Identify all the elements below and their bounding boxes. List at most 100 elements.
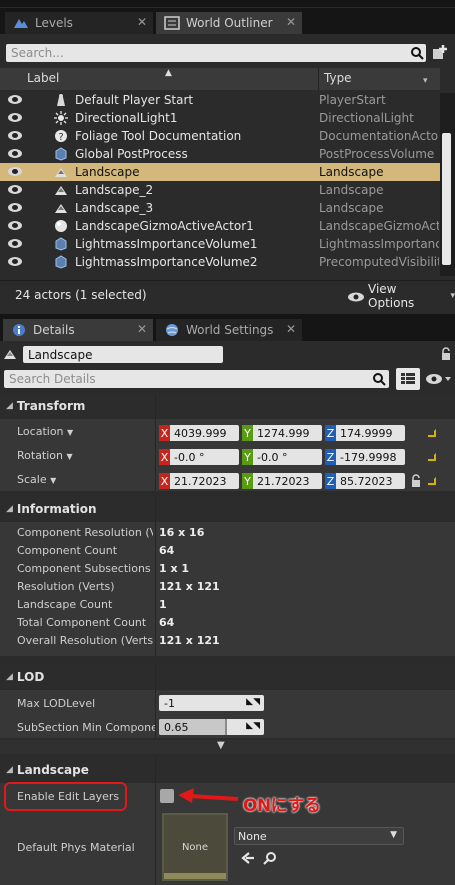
eye-icon[interactable] bbox=[425, 372, 451, 386]
outliner-search-input[interactable]: Search... bbox=[6, 44, 426, 62]
outliner-row[interactable]: Global PostProcess PostProcessVolume bbox=[0, 145, 440, 163]
lock-icon[interactable] bbox=[440, 347, 452, 361]
outliner-row[interactable]: DirectionalLight1 DirectionalLight bbox=[0, 109, 440, 127]
scale-z-field[interactable]: 85.72023 bbox=[336, 473, 405, 489]
view-options-button[interactable]: View Options ▾ bbox=[347, 282, 455, 310]
phys-material-dropdown[interactable]: None ▼ bbox=[234, 827, 404, 845]
section-lod-title: LOD bbox=[16, 670, 45, 684]
outliner-row[interactable]: LightmassImportanceVolume2 PrecomputedVis… bbox=[0, 253, 440, 271]
close-icon[interactable]: ✕ bbox=[286, 322, 296, 336]
subsection-min-slider[interactable]: 0.65 ◣◥ bbox=[159, 719, 264, 735]
rotation-label[interactable]: Rotation ▼ bbox=[17, 449, 73, 462]
browse-asset-icon[interactable] bbox=[263, 851, 277, 865]
info-row-value: 64 bbox=[159, 544, 175, 557]
location-z-field[interactable]: 174.9999 bbox=[336, 425, 405, 441]
visibility-eye-icon[interactable] bbox=[8, 167, 22, 176]
outliner-row[interactable]: Default Player Start PlayerStart bbox=[0, 93, 440, 109]
outliner-icon bbox=[164, 16, 180, 30]
scale-lock-icon[interactable] bbox=[410, 474, 422, 488]
chevron-down-icon: ▾ bbox=[450, 291, 455, 301]
outliner-row[interactable]: LightmassImportanceVolume1 LightmassImpor… bbox=[0, 235, 440, 253]
visibility-eye-icon[interactable] bbox=[8, 257, 22, 266]
section-lod[interactable]: ◢ LOD bbox=[0, 665, 455, 689]
scale-y-field[interactable]: 21.72023 bbox=[253, 473, 322, 489]
landscape-icon bbox=[54, 165, 68, 179]
outliner-row-name: Default Player Start bbox=[75, 93, 194, 107]
reset-scale-icon[interactable] bbox=[428, 477, 436, 485]
visibility-eye-icon[interactable] bbox=[8, 149, 22, 158]
tab-levels[interactable]: Levels ✕ bbox=[5, 12, 153, 34]
dropdown-value: None bbox=[238, 829, 267, 843]
chevron-down-icon: ▼ bbox=[390, 830, 397, 840]
tab-world-outliner[interactable]: World Outliner ✕ bbox=[156, 12, 302, 34]
outliner-row[interactable]: ? Foliage Tool Documentation Documentation… bbox=[0, 127, 440, 145]
scale-label[interactable]: Scale ▼ bbox=[17, 473, 56, 486]
default-phys-material-label: Default Phys Material bbox=[17, 841, 135, 854]
search-icon[interactable] bbox=[409, 45, 425, 61]
rotation-y-field[interactable]: -0.0 ° bbox=[253, 449, 322, 465]
tab-world-settings[interactable]: World Settings ✕ bbox=[156, 319, 302, 341]
details-search-input[interactable]: Search Details bbox=[4, 370, 389, 388]
info-row-value: 64 bbox=[159, 616, 175, 629]
visibility-eye-icon[interactable] bbox=[8, 239, 22, 248]
outliner-row-type: DocumentationActor bbox=[319, 129, 439, 143]
reset-location-icon[interactable] bbox=[428, 429, 436, 437]
location-y-field[interactable]: 1274.999 bbox=[253, 425, 322, 441]
enable-edit-layers-checkbox[interactable] bbox=[160, 789, 174, 803]
rotation-x-field[interactable]: -0.0 ° bbox=[170, 449, 239, 465]
subsection-min-label: SubSection Min Component bbox=[17, 721, 155, 734]
column-label[interactable]: Label bbox=[27, 71, 59, 85]
search-icon[interactable] bbox=[371, 371, 387, 387]
close-icon[interactable]: ✕ bbox=[286, 15, 296, 29]
visibility-eye-icon[interactable] bbox=[8, 113, 22, 122]
advanced-expander[interactable]: ▼ bbox=[0, 740, 455, 754]
sun-icon bbox=[54, 111, 68, 125]
location-label[interactable]: Location ▼ bbox=[17, 425, 73, 438]
section-information[interactable]: ◢ Information bbox=[0, 497, 455, 521]
chevron-down-icon[interactable]: ▾ bbox=[423, 76, 428, 86]
scrollbar-thumb[interactable] bbox=[442, 133, 451, 265]
visibility-eye-icon[interactable] bbox=[8, 221, 22, 230]
tab-details[interactable]: Details ✕ bbox=[3, 319, 153, 341]
outliner-row[interactable]: LandscapeGizmoActiveActor1 LandscapeGizmo… bbox=[0, 217, 440, 235]
outliner-scrollbar[interactable] bbox=[440, 93, 455, 276]
info-row-value: 121 x 121 bbox=[159, 580, 220, 593]
actor-name-field[interactable]: Landscape bbox=[23, 346, 223, 363]
info-row-value: 16 x 16 bbox=[159, 526, 205, 539]
volume-icon bbox=[54, 255, 68, 269]
outliner-row-type: LandscapeGizmoActiv bbox=[319, 219, 439, 233]
visibility-eye-icon[interactable] bbox=[8, 95, 22, 104]
section-landscape[interactable]: ◢ Landscape bbox=[0, 758, 455, 782]
visibility-eye-icon[interactable] bbox=[8, 131, 22, 140]
visibility-eye-icon[interactable] bbox=[8, 203, 22, 212]
column-divider bbox=[155, 665, 156, 738]
outliner-row[interactable]: Landscape_2 Landscape bbox=[0, 181, 440, 199]
property-matrix-icon[interactable] bbox=[396, 368, 420, 390]
info-row-label: Total Component Count bbox=[17, 616, 147, 629]
info-row-value: 121 x 121 bbox=[159, 634, 220, 647]
outliner-row[interactable]: Landscape Landscape bbox=[0, 163, 440, 181]
outliner-column-header bbox=[0, 68, 440, 90]
close-icon[interactable]: ✕ bbox=[137, 322, 147, 336]
outliner-row[interactable]: Landscape_3 Landscape bbox=[0, 199, 440, 217]
outliner-row-type: Landscape bbox=[319, 183, 384, 197]
close-icon[interactable]: ✕ bbox=[137, 15, 147, 29]
location-x-field[interactable]: 4039.999 bbox=[170, 425, 239, 441]
svg-text:?: ? bbox=[58, 132, 63, 143]
reset-rotation-icon[interactable] bbox=[428, 453, 436, 461]
max-lod-field[interactable]: -1 ◣◥ bbox=[159, 695, 264, 711]
scale-x-field[interactable]: 21.72023 bbox=[170, 473, 239, 489]
column-type[interactable]: Type bbox=[324, 71, 352, 85]
axis-y-label: Y bbox=[242, 473, 253, 489]
volume-icon bbox=[54, 147, 68, 161]
phys-material-thumbnail[interactable]: None bbox=[162, 813, 228, 881]
axis-y-label: Y bbox=[242, 449, 253, 465]
outliner-row-name: LandscapeGizmoActiveActor1 bbox=[75, 219, 254, 233]
visibility-eye-icon[interactable] bbox=[8, 185, 22, 194]
rotation-z-field[interactable]: -179.9998 bbox=[336, 449, 405, 465]
spin-arrows-icon: ◣◥ bbox=[246, 697, 260, 707]
section-transform[interactable]: ◢ Transform bbox=[0, 394, 455, 418]
use-selected-asset-icon[interactable] bbox=[241, 851, 255, 865]
tab-world-settings-label: World Settings bbox=[186, 323, 274, 337]
add-actor-icon[interactable] bbox=[431, 44, 449, 62]
